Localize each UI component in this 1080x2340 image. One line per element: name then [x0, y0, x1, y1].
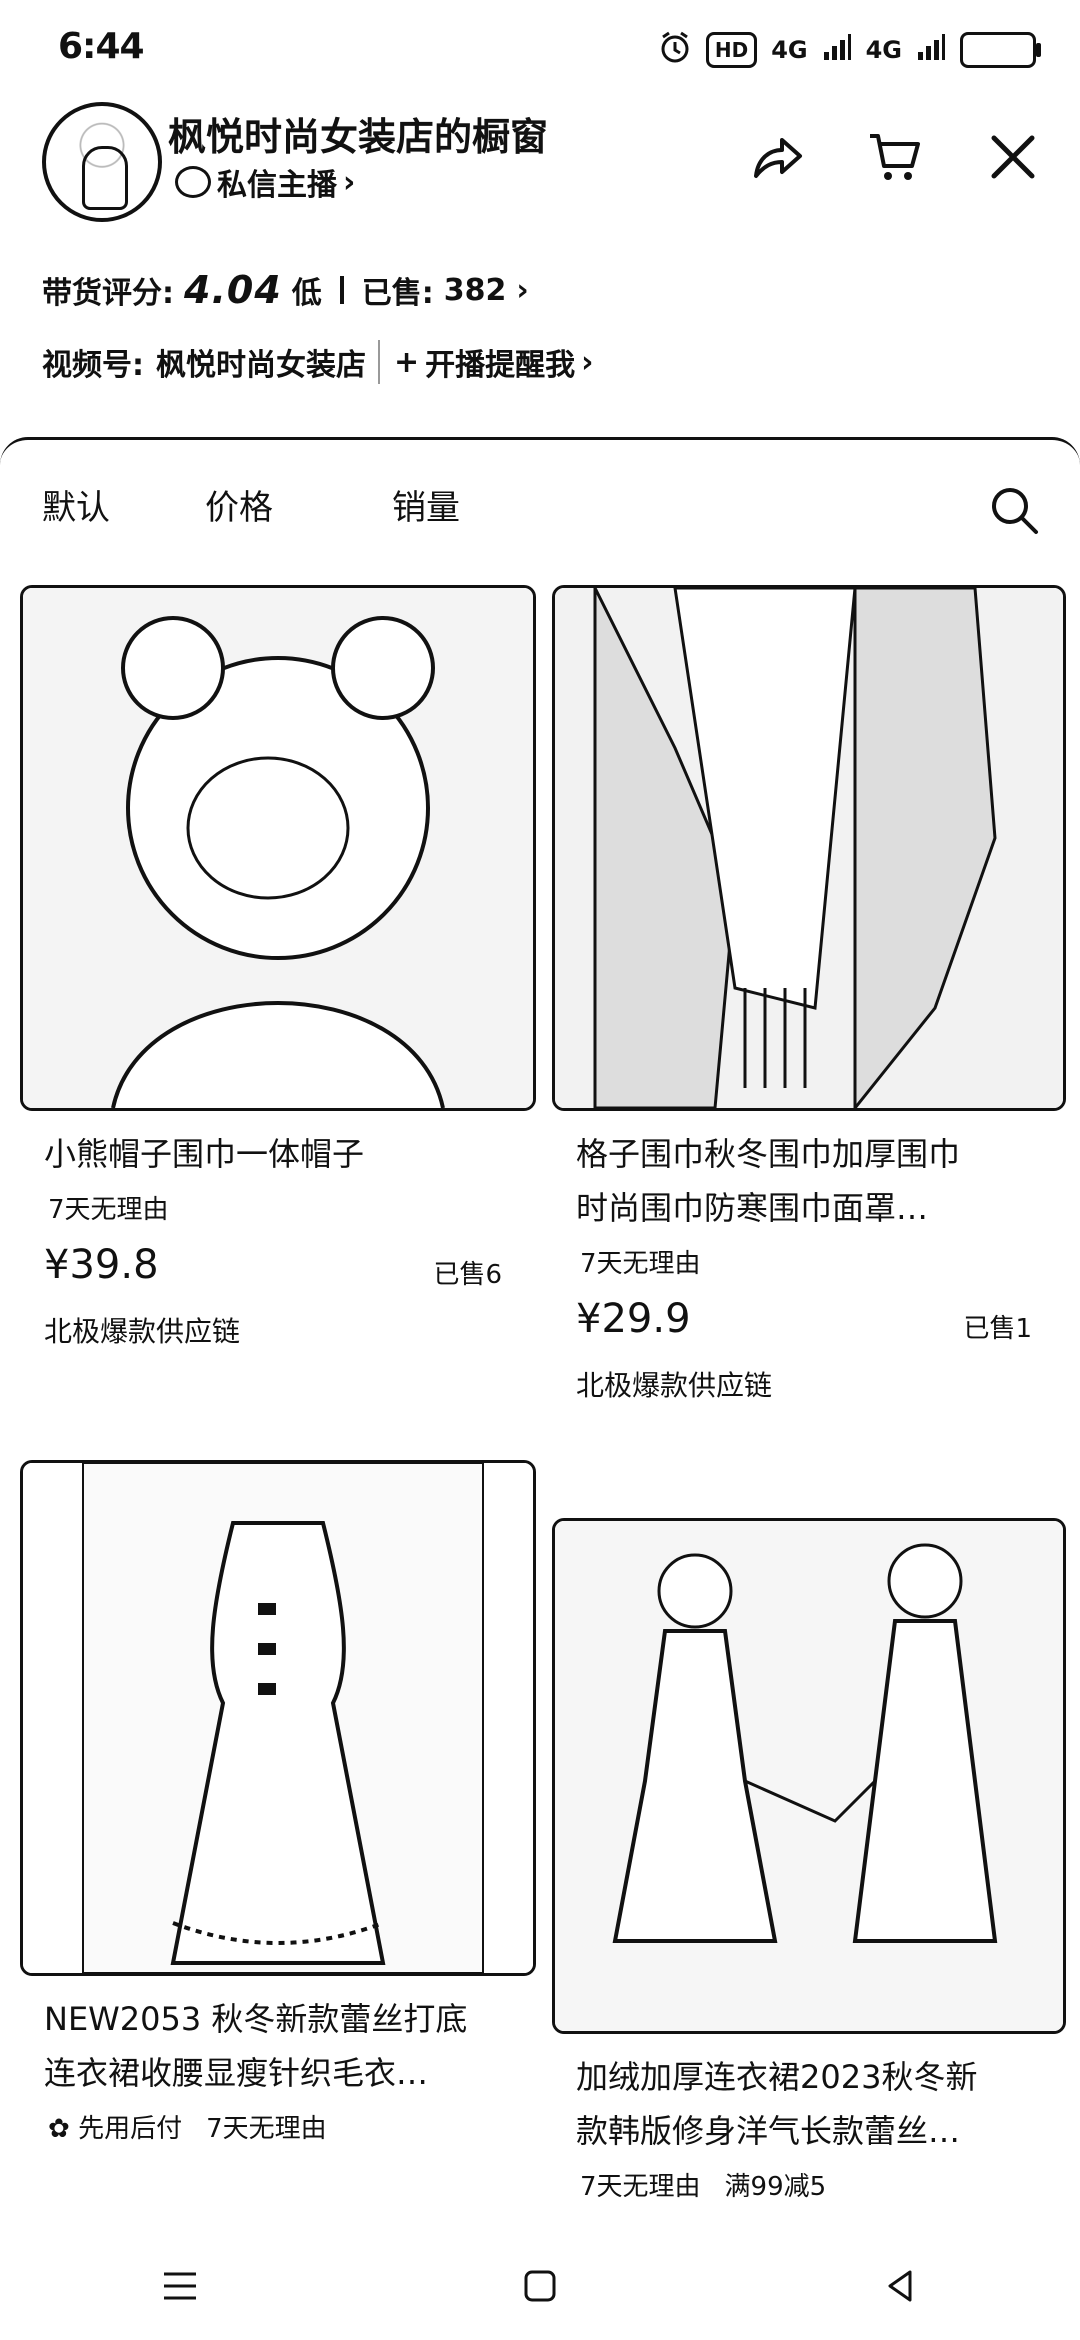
tag-return-policy: 7天无理由 — [580, 2172, 701, 2202]
product-title-line: 款韩版修身洋气长款蕾丝… — [576, 2112, 961, 2150]
product-card[interactable]: NEW2053 秋冬新款蕾丝打底 连衣裙收腰显瘦针织毛衣… ✿ 先用后付 7天无… — [20, 1460, 536, 2145]
product-title-line: 加绒加厚连衣裙2023秋冬新 — [576, 2058, 978, 2096]
product-price: ¥39.8 — [44, 1242, 159, 1288]
tag-return-policy: 7天无理由 — [206, 2114, 327, 2144]
product-tags: 7天无理由 满99减5 — [552, 2166, 1060, 2203]
product-photo-two-dresses — [555, 1521, 1063, 2031]
product-tags: ✿ 先用后付 7天无理由 — [20, 2108, 530, 2145]
product-image[interactable] — [552, 585, 1066, 1111]
status-bar: 6:44 HD 4G 4G — [0, 0, 1080, 90]
product-supplier[interactable]: 北极爆款供应链 — [20, 1310, 530, 1350]
header-actions — [746, 126, 1044, 188]
sort-tab-price[interactable]: 价格 — [205, 480, 273, 529]
product-title: NEW2053 秋冬新款蕾丝打底 连衣裙收腰显瘦针织毛衣… — [20, 1992, 530, 2100]
tag-return-policy: 7天无理由 — [48, 1195, 169, 1225]
nav-menu-button[interactable] — [150, 2256, 210, 2316]
nav-back-button[interactable] — [870, 2256, 930, 2316]
product-title-line: NEW2053 秋冬新款蕾丝打底 — [44, 2000, 468, 2038]
menu-icon — [164, 2272, 196, 2300]
shop-header: 枫悦时尚女装店的橱窗 私信主播 › 带货评分: 4.04 低 已售: 382 ›… — [0, 90, 1080, 435]
rating-level: 低 — [291, 276, 322, 311]
product-image[interactable] — [20, 1460, 536, 1976]
shield-icon: ✿ — [48, 2114, 70, 2144]
shop-avatar[interactable] — [42, 102, 162, 222]
product-tags: 7天无理由 — [20, 1189, 530, 1226]
channel-label: 视频号: — [42, 348, 144, 383]
cart-icon — [870, 134, 920, 180]
price-row: ¥39.8 已售6 — [20, 1242, 530, 1302]
search-icon[interactable] — [988, 484, 1040, 536]
product-title-line: 连衣裙收腰显瘦针织毛衣… — [44, 2054, 429, 2092]
product-photo-bear-hat — [23, 588, 533, 1108]
product-price: ¥29.9 — [576, 1296, 691, 1342]
tag-pay-later-label: 先用后付 — [78, 2114, 183, 2144]
signal-4g-2: 4G — [865, 36, 902, 64]
status-icons: HD 4G 4G — [658, 30, 1041, 70]
rating-row[interactable]: 带货评分: 4.04 低 已售: 382 › — [42, 268, 529, 312]
back-triangle-icon — [888, 2270, 912, 2302]
share-button[interactable] — [746, 126, 808, 188]
product-card[interactable]: 加绒加厚连衣裙2023秋冬新 款韩版修身洋气长款蕾丝… 7天无理由 满99减5 — [552, 1518, 1066, 2203]
rating-label: 带货评分: — [42, 276, 174, 311]
hd-badge: HD — [705, 32, 758, 68]
price-row: ¥29.9 已售1 — [552, 1296, 1060, 1356]
sold-label: 已售: — [361, 276, 434, 311]
sort-tab-default[interactable]: 默认 — [42, 480, 110, 529]
product-sheet: 默认 价格 销量 小熊帽子围巾一体帽子 7天无理由 ¥39.8 已售6 北极爆款… — [0, 437, 1080, 2235]
home-square-icon — [524, 2270, 556, 2302]
share-icon — [754, 138, 802, 178]
shop-name: 枫悦时尚女装店的橱窗 — [168, 115, 549, 159]
product-card[interactable]: 小熊帽子围巾一体帽子 7天无理由 ¥39.8 已售6 北极爆款供应链 — [20, 585, 536, 1350]
signal-bars-icon — [916, 32, 946, 68]
sort-bar: 默认 价格 销量 — [0, 440, 1080, 560]
tag-discount: 满99减5 — [724, 2172, 827, 2202]
dm-streamer-link[interactable]: 私信主播 › — [175, 160, 355, 204]
product-sold: 已售6 — [433, 1260, 502, 1290]
alarm-icon — [658, 30, 692, 70]
remind-label: 开播提醒我 — [425, 348, 576, 383]
cart-button[interactable] — [864, 126, 926, 188]
product-title-line: 格子围巾秋冬围巾加厚围巾 — [576, 1135, 961, 1173]
product-sold: 已售1 — [963, 1314, 1032, 1344]
rating-score: 4.04 — [184, 268, 282, 312]
plus-icon: + — [394, 344, 420, 380]
chat-bubble-icon — [175, 166, 211, 198]
product-card[interactable]: 格子围巾秋冬围巾加厚围巾 时尚围巾防寒围巾面罩… 7天无理由 ¥29.9 已售1… — [552, 585, 1066, 1404]
channel-row: 视频号: 枫悦时尚女装店 + 开播提醒我 › — [42, 340, 594, 384]
chevron-right-icon: › — [343, 164, 356, 200]
product-photo-lace-dress — [23, 1463, 533, 1973]
nav-home-button[interactable] — [510, 2256, 570, 2316]
tag-pay-later: ✿ 先用后付 — [48, 2108, 182, 2145]
tag-return-policy: 7天无理由 — [580, 1249, 701, 1279]
product-title: 加绒加厚连衣裙2023秋冬新 款韩版修身洋气长款蕾丝… — [552, 2050, 1060, 2158]
product-title: 格子围巾秋冬围巾加厚围巾 时尚围巾防寒围巾面罩… — [552, 1127, 1060, 1235]
product-image[interactable] — [20, 585, 536, 1111]
chevron-right-icon: › — [581, 344, 594, 380]
battery-icon — [960, 32, 1041, 68]
sort-tab-sales[interactable]: 销量 — [392, 480, 460, 529]
status-time: 6:44 — [58, 26, 145, 67]
signal-bars-icon — [822, 32, 852, 68]
live-reminder-button[interactable]: + 开播提醒我 › — [378, 340, 594, 384]
product-photo-scarf — [555, 588, 1063, 1108]
product-title-line: 小熊帽子围巾一体帽子 — [44, 1135, 365, 1173]
system-nav-bar — [0, 2232, 1080, 2340]
close-icon — [991, 135, 1035, 179]
divider — [339, 276, 344, 304]
product-tags: 7天无理由 — [552, 1243, 1060, 1280]
close-button[interactable] — [982, 126, 1044, 188]
signal-4g-1: 4G — [771, 36, 808, 64]
product-title-line: 时尚围巾防寒围巾面罩… — [576, 1189, 929, 1227]
sold-count: 382 — [443, 272, 507, 308]
channel-name[interactable]: 枫悦时尚女装店 — [156, 340, 366, 384]
dm-label: 私信主播 — [217, 168, 337, 203]
product-title: 小熊帽子围巾一体帽子 — [20, 1127, 530, 1181]
product-image[interactable] — [552, 1518, 1066, 2034]
chevron-right-icon: › — [516, 272, 529, 308]
product-supplier[interactable]: 北极爆款供应链 — [552, 1364, 1060, 1404]
